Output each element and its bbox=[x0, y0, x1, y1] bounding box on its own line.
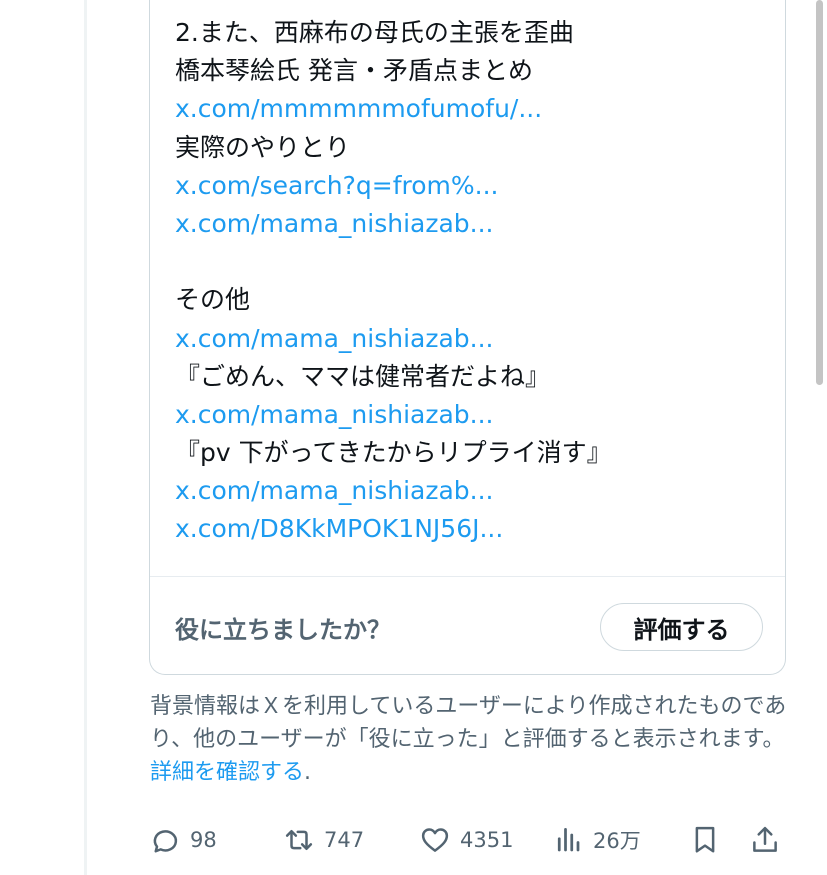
bookmark-button[interactable] bbox=[690, 818, 720, 862]
heart-icon bbox=[421, 828, 449, 852]
post-action-bar: 98 747 4351 26万 bbox=[150, 818, 790, 862]
like-button[interactable]: 4351 bbox=[420, 818, 513, 862]
helpful-question: 役に立ちましたか？ bbox=[175, 616, 391, 644]
thread-connector-line bbox=[84, 0, 87, 875]
note-link[interactable]: x.com/mama_nishiazab... bbox=[175, 472, 775, 510]
share-icon bbox=[753, 826, 777, 852]
note-disclaimer: 背景情報はＸを利用しているユーザーにより作成されたものであり、他のユーザーが「役… bbox=[150, 690, 790, 789]
reply-button[interactable]: 98 bbox=[150, 818, 217, 862]
disclaimer-text: 背景情報はＸを利用しているユーザーにより作成されたものであり、他のユーザーが「役… bbox=[150, 694, 787, 752]
share-button[interactable] bbox=[750, 818, 780, 862]
learn-more-link[interactable]: 詳細を確認する bbox=[150, 760, 304, 785]
views-count: 26万 bbox=[593, 829, 641, 853]
note-text-line: 『pv 下がってきたからリプライ消す』 bbox=[175, 438, 612, 468]
note-text-line bbox=[175, 243, 775, 281]
repost-icon bbox=[285, 830, 313, 850]
note-link[interactable]: x.com/mama_nishiazab... bbox=[175, 320, 775, 358]
note-link[interactable]: x.com/D8KkMPOK1NJ56J... bbox=[175, 510, 775, 548]
note-link[interactable]: x.com/search?q=from%... bbox=[175, 167, 775, 205]
repost-button[interactable]: 747 bbox=[284, 818, 364, 862]
note-text-line: 橋本琴絵氏 発言・矛盾点まとめ bbox=[175, 56, 533, 86]
note-link[interactable]: x.com/mama_nishiazab... bbox=[175, 396, 775, 434]
like-count: 4351 bbox=[460, 828, 514, 852]
note-link[interactable]: x.com/mama_nishiazab... bbox=[175, 205, 775, 243]
scrollbar-thumb[interactable] bbox=[816, 0, 823, 385]
views-button[interactable]: 26万 bbox=[553, 818, 641, 862]
reply-icon bbox=[153, 830, 178, 853]
note-text-line: 実際のやりとり bbox=[175, 132, 351, 162]
repost-count: 747 bbox=[324, 828, 365, 852]
note-text-line: その他 bbox=[175, 285, 251, 315]
views-chart-icon bbox=[557, 828, 580, 852]
community-note-body: 2.また、西麻布の母氏の主張を歪曲 橋本琴絵氏 発言・矛盾点まとめ x.com/mm… bbox=[175, 14, 775, 549]
reply-count: 98 bbox=[190, 828, 217, 852]
disclaimer-suffix: . bbox=[304, 760, 312, 785]
rate-button[interactable]: 評価する bbox=[600, 603, 763, 651]
note-text-line: 『ごめん、ママは健常者だよね』 bbox=[175, 361, 551, 391]
bookmark-icon bbox=[695, 826, 715, 853]
note-link[interactable]: x.com/mmmmmmofumofu/... bbox=[175, 90, 775, 128]
note-text-line: 2.また、西麻布の母氏の主張を歪曲 bbox=[175, 18, 574, 47]
note-divider bbox=[150, 576, 785, 577]
